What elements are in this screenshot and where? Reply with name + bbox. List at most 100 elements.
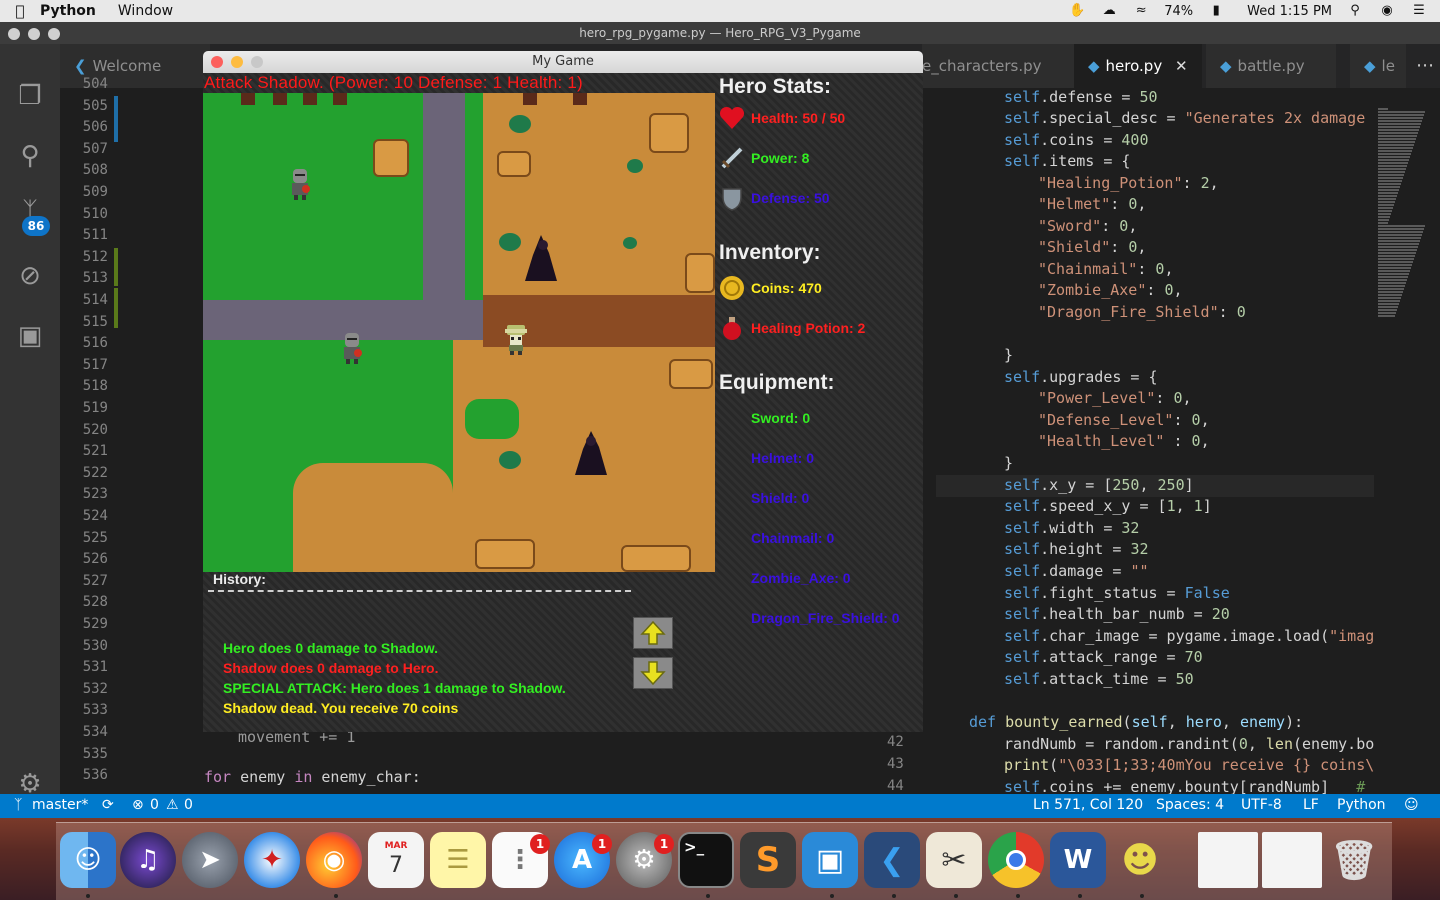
minimap-line — [1378, 192, 1398, 194]
battery-icon[interactable]: ▮ — [1207, 4, 1225, 18]
webpage-thumbnail-icon[interactable] — [1262, 832, 1322, 888]
finder-icon[interactable]: ☺ — [60, 832, 116, 888]
tab-close-icon[interactable]: ✕ — [1175, 57, 1188, 75]
minimap-line — [1378, 261, 1413, 263]
chrome-icon[interactable] — [988, 832, 1044, 888]
notification-center-icon[interactable]: ☰ — [1410, 4, 1428, 18]
screenshot-scissors-icon[interactable]: ✂ — [926, 832, 982, 888]
code-token: 0 — [1191, 432, 1201, 450]
zoom-window-button[interactable] — [251, 56, 263, 68]
close-window-button[interactable] — [8, 28, 20, 40]
pygame-title: My Game — [532, 54, 594, 69]
knight-enemy[interactable] — [287, 167, 313, 201]
errors-icon[interactable]: ⊗ — [132, 797, 144, 813]
minimize-window-button[interactable] — [28, 28, 40, 40]
encoding[interactable]: UTF-8 — [1241, 797, 1282, 813]
code-token: "Generates 2x damage / — [1184, 109, 1374, 127]
line-number: 522 — [82, 464, 108, 481]
debug-icon[interactable]: ⊘ — [14, 260, 46, 292]
extensions-icon[interactable]: ▣ — [14, 320, 46, 352]
warning-icon[interactable]: ⚠ — [166, 797, 179, 813]
code-token: len — [1265, 735, 1293, 753]
code-editor-left-visible[interactable]: movement += 1 for enemy in enemy_char: — [120, 728, 940, 794]
minimap-line — [1378, 243, 1419, 245]
code-token: , — [1139, 476, 1158, 494]
language-mode[interactable]: Python — [1337, 797, 1386, 813]
inventory-healing-potion: Healing Potion: 2 — [751, 320, 866, 336]
explorer-icon[interactable]: ❐ — [14, 80, 46, 112]
menu-app-name[interactable]: Python — [40, 3, 96, 19]
shadow-enemy[interactable] — [569, 429, 609, 477]
zoom-window-button[interactable] — [48, 28, 60, 40]
code-token: enemy_char: — [312, 768, 421, 786]
code-editor-right[interactable]: self.defense = 50 self.special_desc = "G… — [936, 88, 1374, 794]
python-launcher-icon[interactable]: ☻ — [1112, 832, 1168, 888]
safari-icon[interactable]: ✦ — [244, 832, 300, 888]
end-of-line[interactable]: LF — [1303, 797, 1319, 813]
code-token: self — [1004, 584, 1041, 602]
code-token: .items = { — [1040, 152, 1131, 170]
word-icon[interactable]: W — [1050, 832, 1106, 888]
pygame-canvas[interactable]: Attack Shadow. (Power: 10 Defense: 1 Hea… — [203, 73, 923, 732]
bush — [627, 159, 643, 173]
code-token: , — [1137, 195, 1147, 213]
siri-icon[interactable]: ◉ — [1378, 4, 1396, 18]
minimap-line — [1378, 276, 1408, 278]
sublime-text-icon[interactable]: S — [740, 832, 796, 888]
menu-window[interactable]: Window — [118, 3, 173, 19]
hand-icon[interactable]: ✋ — [1068, 4, 1086, 18]
minimap-line — [1378, 291, 1403, 293]
launchpad-icon[interactable]: ➤ — [182, 832, 238, 888]
hero-character[interactable] — [501, 323, 531, 355]
calendar-icon[interactable]: MAR 7 — [368, 832, 424, 888]
notes-icon[interactable]: ☰ — [430, 832, 486, 888]
vscode-icon[interactable]: ❮ — [864, 832, 920, 888]
sync-icon[interactable]: ⟳ — [102, 797, 114, 813]
minimap[interactable] — [1374, 88, 1440, 794]
minimap-line — [1378, 138, 1416, 140]
firefox-icon[interactable]: ◉ — [306, 832, 362, 888]
tab-characters[interactable]: e_characters.py — [922, 44, 1074, 88]
spotlight-search-icon[interactable]: ⚲ — [1346, 4, 1364, 18]
indentation[interactable]: Spaces: 4 — [1156, 797, 1224, 813]
equipment-dragon-fire-shield: Dragon_Fire_Shield: 0 — [751, 610, 900, 626]
close-window-button[interactable] — [211, 56, 223, 68]
shadow-enemy[interactable] — [521, 233, 561, 283]
cursor-position[interactable]: Ln 571, Col 120 — [1033, 797, 1143, 813]
history-line: Shadow dead. You receive 70 coins — [223, 700, 459, 716]
knight-enemy[interactable] — [339, 331, 365, 365]
bracket-window-icon[interactable]: ▣ — [802, 832, 858, 888]
git-branch[interactable]: master* — [32, 797, 88, 813]
git-branch-icon[interactable]: ᛉ — [14, 797, 22, 813]
minimize-window-button[interactable] — [231, 56, 243, 68]
game-map[interactable] — [203, 93, 715, 572]
more-actions-icon[interactable]: ⋯ — [1410, 44, 1440, 88]
wifi-icon[interactable]: ≈ — [1132, 4, 1150, 18]
line-number: 525 — [82, 529, 108, 546]
line-number: 529 — [82, 616, 108, 632]
menu-clock[interactable]: Wed 1:15 PM — [1247, 4, 1332, 19]
minimap-line — [1378, 303, 1399, 305]
cloud-upload-icon[interactable]: ☁ — [1100, 4, 1118, 18]
tab-hero[interactable]: ◆ hero.py ✕ — [1074, 44, 1202, 88]
error-count[interactable]: 0 — [150, 797, 159, 813]
terminal-icon[interactable]: >_ — [678, 832, 734, 888]
feedback-smiley-icon[interactable]: ☺ — [1404, 797, 1419, 813]
document-thumbnail-icon[interactable] — [1198, 832, 1258, 888]
apple-menu-icon[interactable]:  — [0, 2, 40, 20]
stat-defense: Defense: 50 — [751, 190, 830, 206]
line-number: 524 — [82, 508, 108, 524]
vscode-logo-icon: ❮ — [74, 57, 87, 75]
tab-partial[interactable]: ◆ le — [1350, 44, 1406, 88]
line-number: 518 — [82, 378, 108, 395]
history-scroll-down-button[interactable] — [633, 657, 673, 689]
tab-battle[interactable]: ◆ battle.py — [1206, 44, 1336, 88]
history-scroll-up-button[interactable] — [633, 617, 673, 649]
battery-percent[interactable]: 74% — [1164, 4, 1193, 19]
search-icon[interactable]: ⚲ — [14, 140, 46, 172]
code-token: 400 — [1121, 131, 1149, 149]
trash-icon[interactable]: 🗑 — [1326, 832, 1382, 888]
code-token: 50 — [1139, 88, 1158, 106]
warning-count[interactable]: 0 — [184, 797, 193, 813]
siri-icon[interactable]: ♫ — [120, 832, 176, 888]
